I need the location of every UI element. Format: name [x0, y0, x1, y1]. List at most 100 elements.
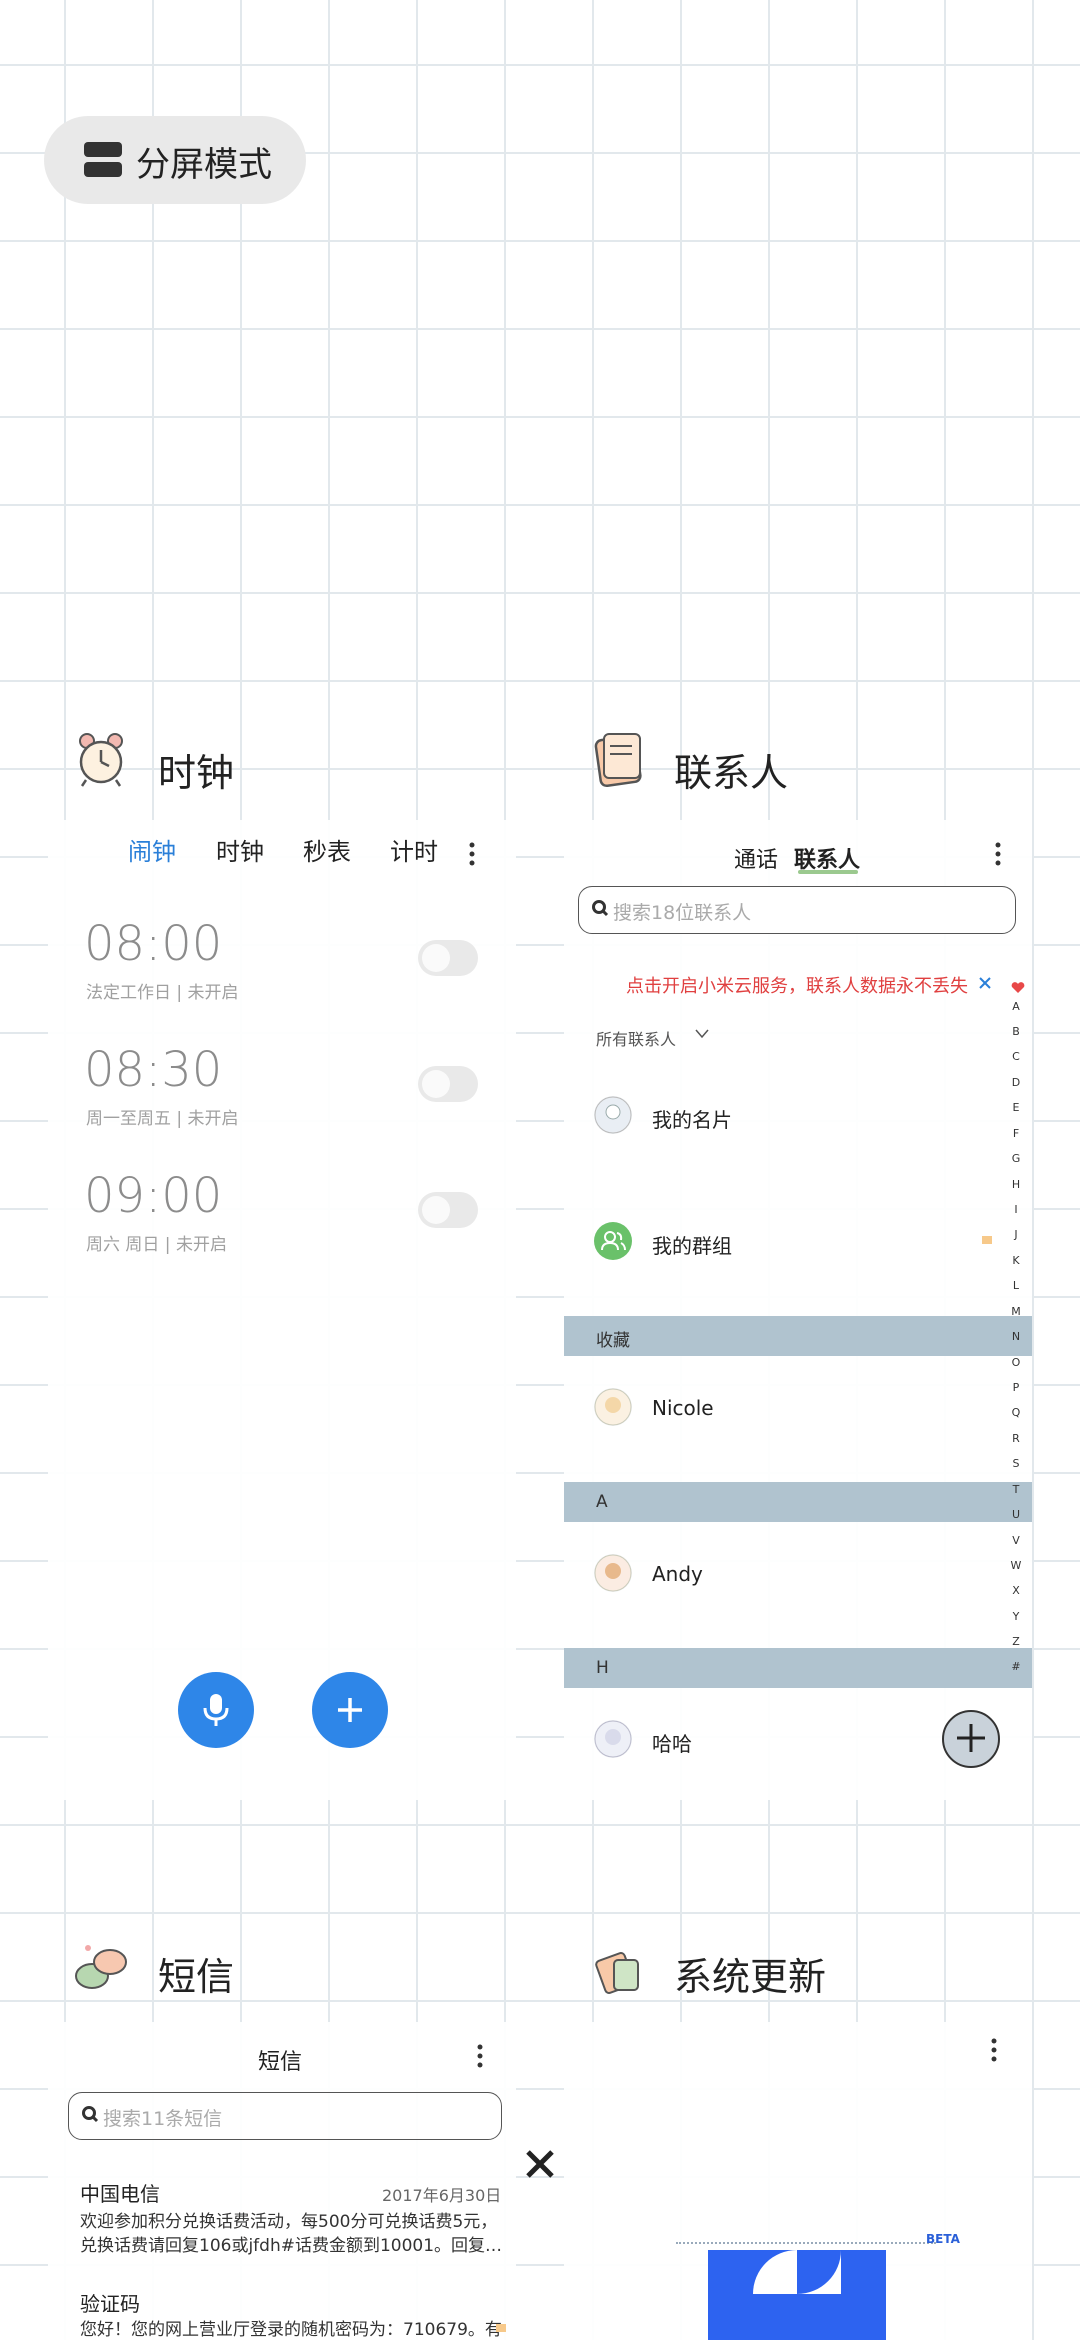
split-screen-icon [84, 142, 122, 178]
my-groups-row[interactable]: 我的群组 [564, 1208, 1004, 1278]
alphabet-index[interactable]: A B C D E F G H I J K L M N O P Q R S T … [1008, 980, 1028, 1673]
index-letter[interactable]: F [1008, 1127, 1024, 1140]
add-contact-button[interactable] [942, 1710, 1000, 1768]
index-letter[interactable]: Q [1008, 1406, 1024, 1419]
index-letter[interactable]: H [1008, 1178, 1024, 1191]
search-icon [82, 2106, 99, 2123]
alarm-time: 08:30 [84, 1042, 223, 1098]
close-split-button[interactable] [524, 2148, 556, 2180]
index-letter[interactable]: X [1008, 1584, 1024, 1597]
split-screen-button[interactable]: 分屏模式 [44, 116, 306, 204]
sms-app-window[interactable]: 短信 搜索11条短信 中国电信 2017年6月30日 欢迎参加积分兑换话费活动，… [48, 2022, 516, 2340]
contact-search-input[interactable]: 搜索18位联系人 [578, 886, 1016, 934]
my-groups-label: 我的群组 [652, 1234, 732, 1258]
beta-badge: BETA [926, 2232, 960, 2246]
voice-alarm-button[interactable] [178, 1672, 254, 1748]
my-card-row[interactable]: 我的名片 [564, 1082, 1004, 1152]
contact-filter[interactable]: 所有联系人 [596, 1026, 676, 1050]
index-letter[interactable]: I [1008, 1203, 1024, 1216]
sms-search-input[interactable]: 搜索11条短信 [68, 2092, 502, 2140]
contacts-app-title: 联系人 [674, 751, 789, 795]
clock-app-icon [79, 733, 123, 787]
add-alarm-button[interactable] [312, 1672, 388, 1748]
favorites-heart-icon[interactable] [1011, 982, 1025, 994]
index-letter[interactable]: T [1008, 1483, 1024, 1496]
alarm-repeat: 周一至周五 | 未开启 [86, 1109, 239, 1129]
index-letter[interactable]: C [1008, 1050, 1024, 1063]
message-preview: 您好！您的网上营业厅登录的随机密码为：710679。有 [80, 2320, 502, 2340]
tab-timer[interactable]: 计时 [390, 832, 438, 867]
plus-icon [957, 1724, 985, 1752]
section-header-h: H [564, 1648, 1032, 1688]
alarm-repeat: 周六 周日 | 未开启 [86, 1235, 227, 1255]
index-letter[interactable]: A [1008, 1000, 1024, 1013]
chevron-down-icon[interactable] [694, 1028, 710, 1040]
clock-app-title: 时钟 [158, 751, 235, 795]
tab-alarm[interactable]: 闹钟 [128, 832, 176, 867]
clock-app-window[interactable]: 闹钟 时钟 秒表 计时 08:00 法定工作日 | 未开启 08:30 周一至周… [48, 820, 516, 1800]
index-letter[interactable]: W [1008, 1559, 1024, 1572]
close-icon[interactable] [978, 976, 992, 990]
index-letter[interactable]: P [1008, 1381, 1024, 1394]
search-placeholder: 搜索18位联系人 [613, 902, 752, 924]
index-letter[interactable]: D [1008, 1076, 1024, 1089]
index-letter[interactable]: M [1008, 1305, 1024, 1318]
index-letter[interactable]: B [1008, 1025, 1024, 1038]
index-letter[interactable]: Z [1008, 1635, 1024, 1648]
contact-row[interactable]: 哈哈 [564, 1706, 1004, 1776]
alarm-item[interactable]: 09:00 周六 周日 | 未开启 [84, 1168, 504, 1258]
search-placeholder: 搜索11条短信 [103, 2108, 223, 2130]
alarm-item[interactable]: 08:00 法定工作日 | 未开启 [84, 916, 504, 1006]
more-options-icon[interactable] [990, 2038, 998, 2062]
contact-row[interactable]: Andy [564, 1540, 1004, 1610]
index-letter[interactable]: N [1008, 1330, 1024, 1343]
alarm-toggle[interactable] [418, 940, 478, 976]
index-letter[interactable]: J [1008, 1228, 1024, 1241]
alarm-item[interactable]: 08:30 周一至周五 | 未开启 [84, 1042, 504, 1132]
index-letter[interactable]: G [1008, 1152, 1024, 1165]
message-date: 2017年6月30日 [382, 2186, 502, 2205]
index-letter[interactable]: E [1008, 1101, 1024, 1114]
index-letter[interactable]: S [1008, 1457, 1024, 1470]
index-letter[interactable]: V [1008, 1534, 1024, 1547]
tab-calls[interactable]: 通话 [734, 842, 778, 874]
avatar [594, 1388, 632, 1426]
tab-clock[interactable]: 时钟 [216, 832, 264, 867]
index-letter[interactable]: R [1008, 1432, 1024, 1445]
index-letter[interactable]: Y [1008, 1610, 1024, 1623]
update-logo-icon [708, 2250, 886, 2340]
message-thread[interactable]: 验证码 您好！您的网上营业厅登录的随机密码为：710679。有 [80, 2288, 510, 2340]
index-letter[interactable]: U [1008, 1508, 1024, 1521]
sms-app-icon [75, 1945, 127, 1989]
index-letter[interactable]: # [1008, 1660, 1024, 1673]
system-update-window[interactable]: BETA [564, 2022, 1032, 2340]
cloud-service-notice[interactable]: 点击开启小米云服务，联系人数据永不丢失 [626, 972, 968, 998]
contacts-app-window[interactable]: 通话 联系人 搜索18位联系人 点击开启小米云服务，联系人数据永不丢失 所有联系… [564, 820, 1032, 1800]
index-letter[interactable]: O [1008, 1356, 1024, 1369]
microphone-icon [203, 1694, 229, 1726]
avatar [594, 1554, 632, 1592]
message-sender: 验证码 [80, 2292, 140, 2316]
index-letter[interactable]: K [1008, 1254, 1024, 1267]
alarm-time: 09:00 [84, 1168, 223, 1224]
contact-row[interactable]: Nicole [564, 1374, 1004, 1444]
alarm-toggle[interactable] [418, 1066, 478, 1102]
avatar [594, 1720, 632, 1758]
system-update-app-icon [595, 1952, 639, 1994]
more-options-icon[interactable] [468, 842, 476, 866]
contact-name: Nicole [652, 1396, 714, 1420]
message-thread[interactable]: 中国电信 2017年6月30日 欢迎参加积分兑换话费活动，每500分可兑换话费5… [80, 2178, 510, 2268]
alarm-time: 08:00 [84, 916, 223, 972]
index-letter[interactable]: L [1008, 1279, 1024, 1292]
folder-icon [982, 1236, 992, 1244]
contact-name: 哈哈 [652, 1732, 692, 1756]
message-preview: 欢迎参加积分兑换话费活动，每500分可兑换话费5元，兑换话费请回复106或jfd… [80, 2212, 503, 2256]
tab-stopwatch[interactable]: 秒表 [303, 832, 351, 867]
more-options-icon[interactable] [476, 2044, 484, 2068]
alarm-toggle[interactable] [418, 1192, 478, 1228]
more-options-icon[interactable] [994, 842, 1002, 866]
my-card-label: 我的名片 [652, 1108, 732, 1132]
message-sender: 中国电信 [80, 2182, 160, 2206]
section-header-favorites: 收藏 [564, 1316, 1032, 1356]
active-tab-indicator [798, 870, 858, 874]
